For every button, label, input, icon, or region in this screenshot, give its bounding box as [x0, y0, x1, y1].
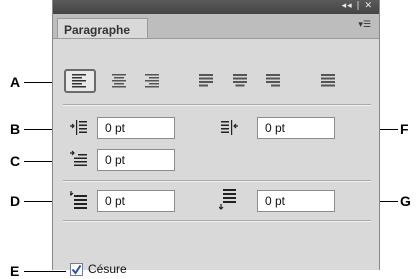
space-after-field[interactable]: 0 pt	[257, 190, 335, 212]
panel-titlebar[interactable]: ◂◂ | ✕	[53, 0, 379, 14]
panel-menu-icon[interactable]: ▾☰	[358, 20, 371, 30]
left-indent-field[interactable]: 0 pt	[97, 117, 175, 139]
first-line-indent-icon	[70, 150, 87, 166]
align-left-button[interactable]	[64, 69, 96, 93]
align-right-icon	[145, 74, 159, 88]
callout-c: C	[10, 153, 21, 169]
justify-all-icon	[321, 74, 335, 87]
space-after-icon	[219, 189, 236, 210]
tab-paragraphe[interactable]: Paragraphe	[57, 18, 148, 38]
callout-f: F	[400, 121, 409, 137]
justify-last-left-icon	[199, 74, 213, 87]
separator	[63, 104, 371, 106]
callout-a: A	[10, 74, 21, 90]
space-before-icon	[70, 191, 87, 209]
hyphenation-label: Césure	[88, 262, 127, 276]
right-indent-icon	[221, 120, 238, 135]
justify-last-right-icon	[266, 74, 280, 87]
callout-g: G	[400, 193, 411, 209]
right-indent-field[interactable]: 0 pt	[257, 117, 335, 139]
justify-last-center-icon	[233, 74, 247, 87]
justify-last-right-button[interactable]	[262, 70, 286, 92]
align-center-button[interactable]	[108, 70, 132, 92]
align-center-icon	[112, 74, 126, 88]
callout-e-leader	[24, 271, 66, 272]
justify-last-left-button[interactable]	[195, 70, 219, 92]
first-line-indent-field[interactable]: 0 pt	[97, 149, 175, 171]
left-indent-icon	[70, 120, 87, 135]
window-controls[interactable]: ◂◂ | ✕	[342, 1, 373, 11]
justify-all-button[interactable]	[317, 70, 341, 92]
callout-e: E	[10, 263, 20, 279]
align-right-button[interactable]	[141, 70, 165, 92]
align-left-icon	[72, 74, 86, 88]
space-before-field[interactable]: 0 pt	[97, 190, 175, 212]
separator	[63, 180, 371, 182]
callout-d: D	[10, 193, 21, 209]
callout-b: B	[10, 121, 21, 137]
tab-strip: Paragraphe ▾☰	[53, 14, 379, 39]
justify-last-center-button[interactable]	[229, 70, 253, 92]
paragraph-panel: ◂◂ | ✕ Paragraphe ▾☰ 0 pt 0 pt 0 pt 0 pt…	[52, 0, 380, 276]
separator	[63, 220, 371, 222]
